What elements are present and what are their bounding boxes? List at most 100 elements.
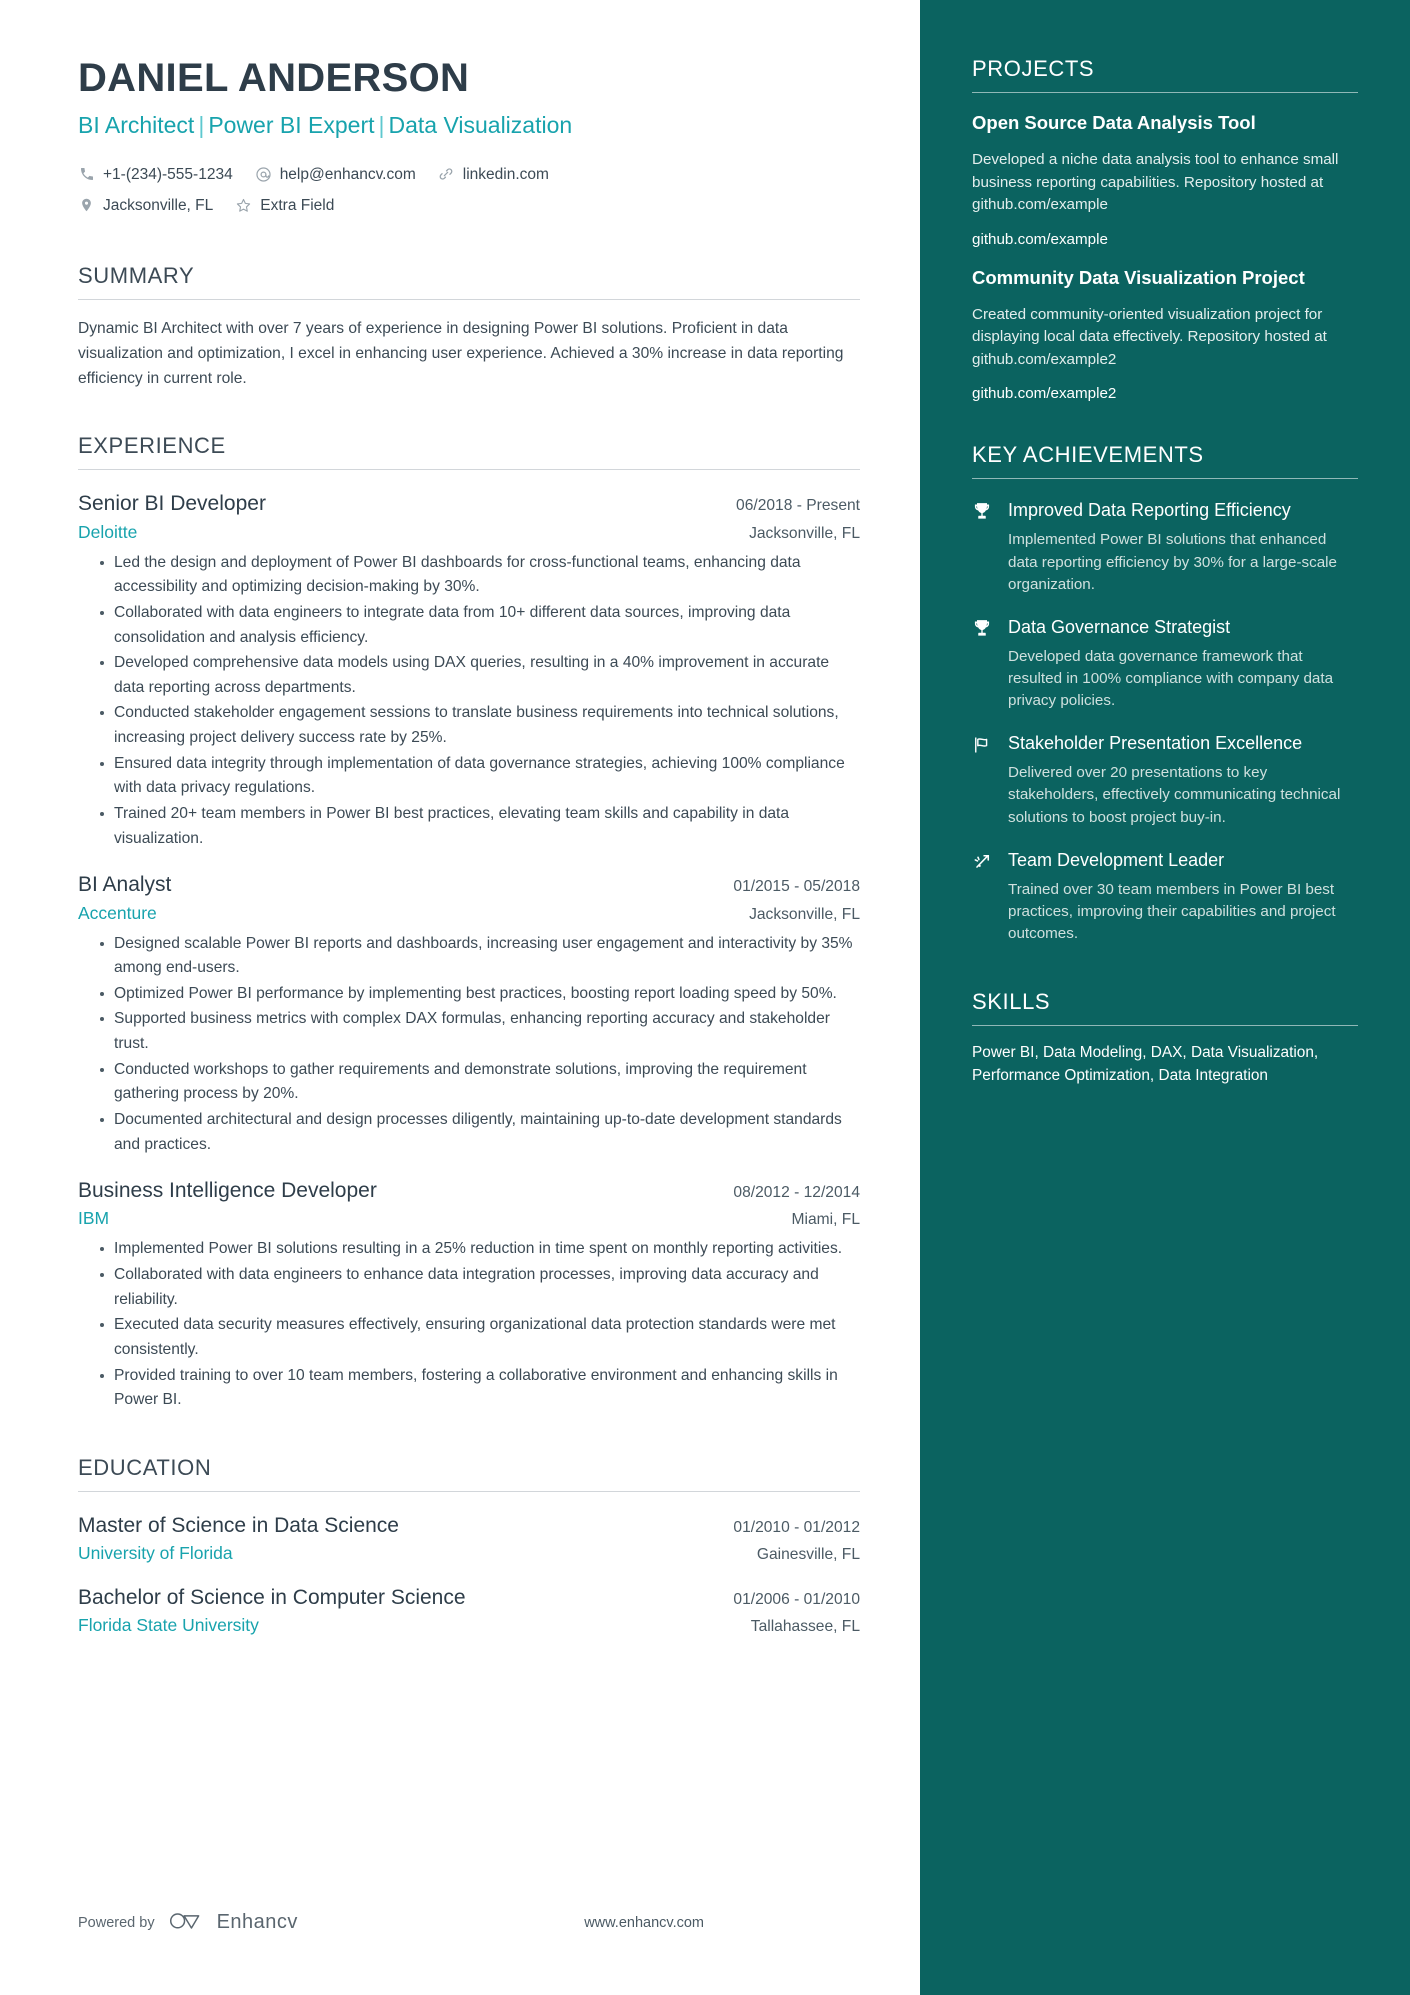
contact-row-primary: +1-(234)-555-1234 help@enhancv.com linke… bbox=[78, 159, 860, 190]
contact-linkedin[interactable]: linkedin.com bbox=[438, 159, 549, 190]
summary-divider bbox=[78, 298, 860, 300]
job-bullet: Trained 20+ team members in Power BI bes… bbox=[100, 802, 860, 851]
phone-icon bbox=[78, 166, 95, 183]
at-sign-icon bbox=[255, 166, 272, 183]
achievement-body: Data Governance Strategist Developed dat… bbox=[1008, 616, 1358, 712]
project-name: Open Source Data Analysis Tool bbox=[972, 112, 1256, 133]
education-entry-head: Bachelor of Science in Computer Science … bbox=[78, 1584, 860, 1611]
job-bullet: Implemented Power BI solutions resulting… bbox=[100, 1237, 860, 1262]
achievement-item: Stakeholder Presentation Excellence Deli… bbox=[972, 732, 1358, 828]
education-entry: Master of Science in Data Science 01/201… bbox=[78, 1512, 860, 1564]
contact-phone-text: +1-(234)-555-1234 bbox=[103, 165, 233, 183]
achievement-body: Team Development Leader Trained over 30 … bbox=[1008, 849, 1358, 945]
powered-by-group: Powered by Enhancv bbox=[78, 1908, 298, 1937]
job-title: Senior BI Developer bbox=[78, 492, 266, 516]
education-section: EDUCATION Master of Science in Data Scie… bbox=[78, 1455, 860, 1637]
education-entry-sub: Florida State University Tallahassee, FL bbox=[78, 1615, 860, 1636]
trophy-icon bbox=[972, 616, 994, 712]
degree-date: 01/2006 - 01/2010 bbox=[733, 1591, 860, 1609]
headline-separator-2: | bbox=[378, 111, 385, 138]
job-bullet: Conducted workshops to gather requiremen… bbox=[100, 1058, 860, 1107]
contact-email-text: help@enhancv.com bbox=[279, 165, 416, 183]
experience-section: EXPERIENCE Senior BI Developer 06/2018 -… bbox=[78, 433, 860, 1412]
school-location: Gainesville, FL bbox=[756, 1546, 860, 1564]
project-link[interactable]: github.com/example2 bbox=[972, 385, 1358, 402]
enhancv-logo-icon bbox=[169, 1908, 207, 1937]
headline-part-1: BI Architect bbox=[78, 111, 195, 138]
key-achievements-section: KEY ACHIEVEMENTS Improved Data Reporting… bbox=[972, 442, 1358, 945]
achievement-item: Improved Data Reporting Efficiency Imple… bbox=[972, 499, 1358, 595]
achievement-description: Developed data governance framework that… bbox=[1008, 647, 1334, 710]
project-link[interactable]: github.com/example bbox=[972, 231, 1358, 248]
education-entry: Bachelor of Science in Computer Science … bbox=[78, 1584, 860, 1636]
skills-list: Power BI, Data Modeling, DAX, Data Visua… bbox=[972, 1044, 1319, 1084]
school-name: Florida State University bbox=[78, 1615, 259, 1636]
achievement-title: Team Development Leader bbox=[1008, 849, 1225, 870]
experience-entry-head: Senior BI Developer 06/2018 - Present bbox=[78, 490, 860, 517]
degree-title: Bachelor of Science in Computer Science bbox=[78, 1586, 466, 1610]
achievement-item: Data Governance Strategist Developed dat… bbox=[972, 616, 1358, 712]
experience-entry-head: Business Intelligence Developer 08/2012 … bbox=[78, 1177, 860, 1204]
star-icon bbox=[235, 197, 252, 214]
candidate-name: DANIEL ANDERSON bbox=[78, 56, 470, 100]
school-location: Tallahassee, FL bbox=[750, 1618, 860, 1636]
location-pin-icon bbox=[78, 197, 95, 214]
experience-entry: Business Intelligence Developer 08/2012 … bbox=[78, 1177, 860, 1413]
job-bullet: Optimized Power BI performance by implem… bbox=[100, 982, 860, 1007]
project-name: Community Data Visualization Project bbox=[972, 266, 1305, 288]
experience-entry: Senior BI Developer 06/2018 - Present De… bbox=[78, 490, 860, 851]
achievement-title: Improved Data Reporting Efficiency bbox=[1008, 500, 1291, 521]
flag-icon bbox=[972, 732, 994, 828]
achievement-description: Trained over 30 team members in Power BI… bbox=[1008, 880, 1336, 942]
skills-divider bbox=[972, 1025, 1358, 1027]
job-bullets: Led the design and deployment of Power B… bbox=[78, 551, 860, 852]
job-title: BI Analyst bbox=[78, 873, 172, 897]
headline-part-2: Power BI Expert bbox=[208, 111, 375, 138]
header: DANIEL ANDERSON BI Architect | Power BI Ex… bbox=[78, 56, 860, 221]
candidate-headline: BI Architect | Power BI Expert | Data Visual… bbox=[78, 111, 860, 141]
experience-entry-head: BI Analyst 01/2015 - 05/2018 bbox=[78, 871, 860, 898]
experience-entry-sub: Deloitte Jacksonville, FL bbox=[78, 522, 860, 543]
summary-section: SUMMARY Dynamic BI Architect with over 7… bbox=[78, 263, 860, 392]
contact-phone[interactable]: +1-(234)-555-1234 bbox=[78, 159, 233, 190]
achievement-item: Team Development Leader Trained over 30 … bbox=[972, 849, 1358, 945]
job-bullet: Collaborated with data engineers to enha… bbox=[100, 1263, 860, 1312]
resume-page: DANIEL ANDERSON BI Architect | Power BI Ex… bbox=[0, 0, 1410, 1995]
projects-divider bbox=[972, 92, 1358, 93]
experience-entry: BI Analyst 01/2015 - 05/2018 Accenture J… bbox=[78, 871, 860, 1157]
job-bullets: Designed scalable Power BI reports and d… bbox=[78, 932, 860, 1158]
job-bullet: Led the design and deployment of Power B… bbox=[100, 551, 860, 600]
main-column: DANIEL ANDERSON BI Architect | Power BI Ex… bbox=[0, 0, 920, 1995]
job-bullet: Developed comprehensive data models usin… bbox=[100, 651, 860, 700]
achievement-description: Delivered over 20 presentations to key s… bbox=[1008, 764, 1341, 826]
project-item: Community Data Visualization Project Cre… bbox=[972, 266, 1358, 403]
school-name: University of Florida bbox=[78, 1543, 233, 1564]
degree-title: Master of Science in Data Science bbox=[78, 1513, 399, 1537]
summary-section-title: SUMMARY bbox=[78, 262, 195, 288]
contact-info: +1-(234)-555-1234 help@enhancv.com linke… bbox=[78, 159, 860, 221]
achievement-title: Stakeholder Presentation Excellence bbox=[1008, 733, 1303, 754]
contact-extra-field-text: Extra Field bbox=[260, 196, 335, 214]
job-location: Jacksonville, FL bbox=[749, 524, 860, 542]
education-entry-sub: University of Florida Gainesville, FL bbox=[78, 1543, 860, 1564]
experience-divider bbox=[78, 469, 860, 471]
job-date: 08/2012 - 12/2014 bbox=[733, 1184, 860, 1202]
job-date: 06/2018 - Present bbox=[736, 497, 860, 515]
trophy-icon bbox=[972, 499, 994, 595]
job-bullet: Documented architectural and design proc… bbox=[100, 1108, 860, 1157]
job-company: IBM bbox=[78, 1208, 110, 1229]
footer-website-url[interactable]: www.enhancv.com bbox=[584, 1915, 704, 1931]
experience-entry-sub: IBM Miami, FL bbox=[78, 1208, 860, 1229]
job-bullet: Conducted stakeholder engagement session… bbox=[100, 701, 860, 750]
enhancv-brand: Enhancv bbox=[169, 1908, 298, 1937]
skills-section: SKILLS Power BI, Data Modeling, DAX, Dat… bbox=[972, 989, 1358, 1088]
sidebar: PROJECTS Open Source Data Analysis Tool … bbox=[920, 0, 1410, 1995]
job-bullet: Supported business metrics with complex … bbox=[100, 1007, 860, 1056]
achievements-section-title: KEY ACHIEVEMENTS bbox=[972, 442, 1204, 468]
project-item: Open Source Data Analysis Tool Developed… bbox=[972, 111, 1358, 248]
footer: Powered by Enhancv www.enhancv.com bbox=[78, 1908, 704, 1937]
contact-email[interactable]: help@enhancv.com bbox=[255, 159, 416, 190]
degree-date: 01/2010 - 01/2012 bbox=[733, 1518, 860, 1536]
achievement-body: Stakeholder Presentation Excellence Deli… bbox=[1008, 732, 1358, 828]
job-bullets: Implemented Power BI solutions resulting… bbox=[78, 1237, 860, 1412]
